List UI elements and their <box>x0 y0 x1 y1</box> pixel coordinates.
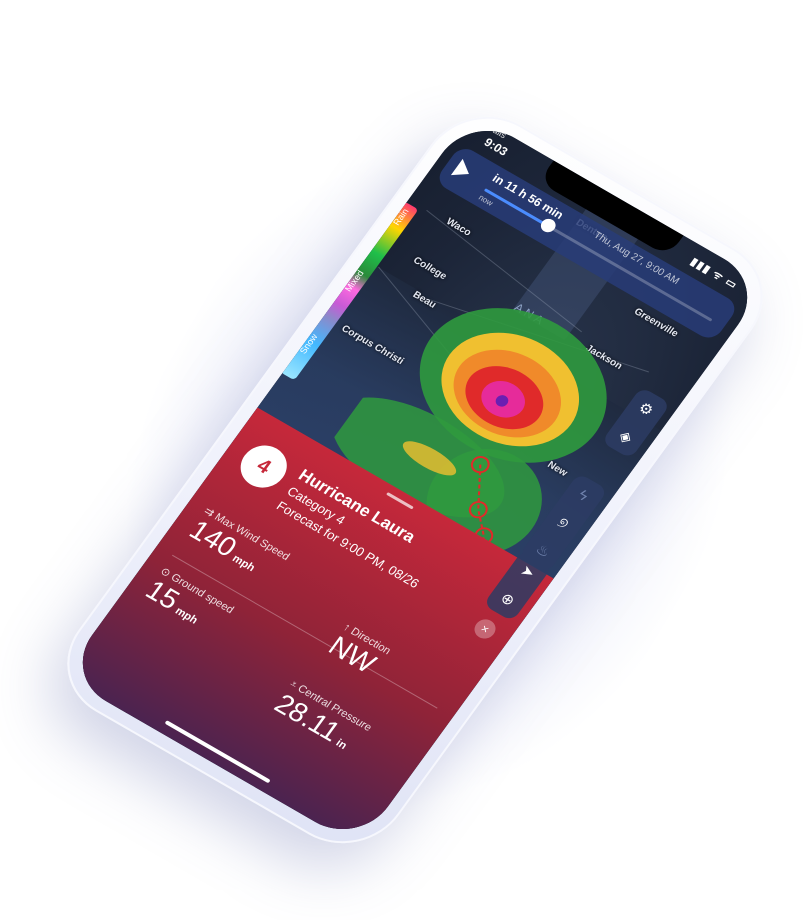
stat-unit: mph <box>172 605 200 627</box>
close-icon[interactable]: × <box>470 615 500 643</box>
category-number: 4 <box>252 454 276 478</box>
stat-max-wind: ⇉ Max Wind Speed 140 mph <box>184 504 293 587</box>
stat-central-pressure: ⩡ Central Pressure 28.11 in <box>269 678 374 759</box>
hurricane-category-icon: 4 <box>231 437 296 496</box>
panel-grab-handle[interactable] <box>386 492 414 510</box>
marketing-stage: Denton Waco College Beau Corpus Christi … <box>0 0 808 920</box>
stat-unit: mph <box>229 552 258 575</box>
city-label: College <box>410 255 449 283</box>
play-icon[interactable] <box>450 158 475 183</box>
stat-unit: in <box>333 737 350 752</box>
stat-ground-speed: ⊙ Ground speed 15 mph <box>140 565 236 641</box>
stat-direction: ↑ Direction NW <box>323 621 393 681</box>
